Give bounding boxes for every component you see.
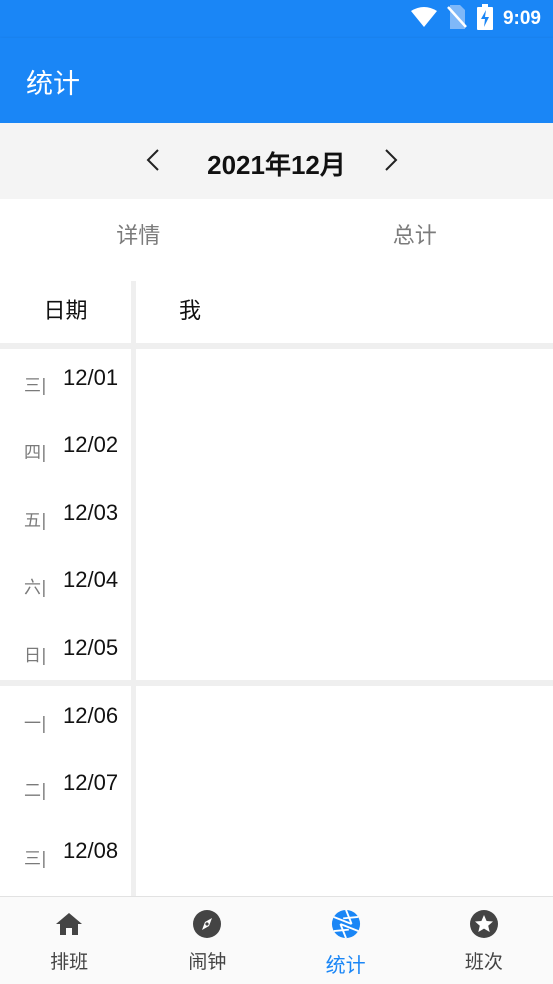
battery-charging-icon: [477, 4, 493, 34]
table-row[interactable]: 日| 12/05: [0, 617, 131, 684]
date-label: 12/01: [63, 365, 118, 391]
wifi-icon: [411, 7, 437, 31]
table-header: 日期 我: [0, 281, 553, 343]
table-row[interactable]: 五| 12/03: [0, 482, 131, 549]
home-icon: [54, 909, 84, 939]
tab-total[interactable]: 总计: [277, 199, 553, 275]
nav-label: 统计: [277, 949, 415, 978]
weekday-label: 三|: [24, 844, 47, 869]
nav-item-alarm[interactable]: 闹钟: [138, 897, 276, 984]
month-switcher: 2021年12月: [0, 123, 553, 199]
date-column-header: 日期: [0, 281, 131, 343]
date-label: 12/07: [63, 770, 118, 796]
table-row[interactable]: 四| 12/02: [0, 414, 131, 481]
date-label: 12/05: [63, 635, 118, 661]
date-label: 12/08: [63, 838, 118, 864]
compass-icon: [192, 909, 222, 939]
date-label: 12/06: [63, 703, 118, 729]
nav-label: 闹钟: [138, 947, 276, 974]
weekday-label: 三|: [24, 371, 47, 396]
app-bar: 统计: [0, 38, 553, 123]
date-label: 12/04: [63, 567, 118, 593]
table-row[interactable]: 六| 12/04: [0, 549, 131, 616]
table-row[interactable]: 三| 12/01: [0, 347, 131, 414]
month-label: 2021年12月: [0, 145, 553, 182]
nav-item-schedule[interactable]: 排班: [0, 897, 138, 984]
column-divider: [131, 281, 136, 896]
date-label: 12/03: [63, 500, 118, 526]
date-label: 12/02: [63, 432, 118, 458]
table-row[interactable]: 一| 12/06: [0, 685, 131, 752]
status-bar: 9:09: [0, 0, 553, 38]
table-row[interactable]: 二| 12/07: [0, 752, 131, 819]
nav-label: 排班: [0, 947, 138, 974]
nav-label: 班次: [415, 947, 553, 974]
weekday-label: 二|: [24, 776, 47, 801]
weekday-label: 一|: [24, 709, 47, 734]
next-month-button[interactable]: [374, 143, 408, 177]
weekday-label: 六|: [24, 573, 47, 598]
bottom-navigation: 排班 闹钟 统计 班次: [0, 896, 553, 984]
page-title: 统计: [26, 62, 80, 101]
weekday-label: 四|: [24, 438, 47, 463]
person-column-header: 我: [179, 281, 201, 343]
chevron-right-icon: [384, 149, 398, 171]
status-time: 9:09: [503, 8, 541, 30]
view-tabs: 详情 总计: [0, 199, 553, 275]
weekday-label: 五|: [24, 506, 47, 531]
weekday-label: 日|: [24, 641, 47, 666]
nav-item-statistics[interactable]: 统计: [277, 897, 415, 984]
tab-details[interactable]: 详情: [0, 199, 277, 275]
no-sim-icon: [447, 5, 467, 33]
star-icon: [469, 909, 499, 939]
status-icons: 9:09: [411, 6, 541, 32]
nav-item-shifts[interactable]: 班次: [415, 897, 553, 984]
table-row[interactable]: 三| 12/08: [0, 820, 131, 887]
aperture-icon: [331, 909, 361, 939]
